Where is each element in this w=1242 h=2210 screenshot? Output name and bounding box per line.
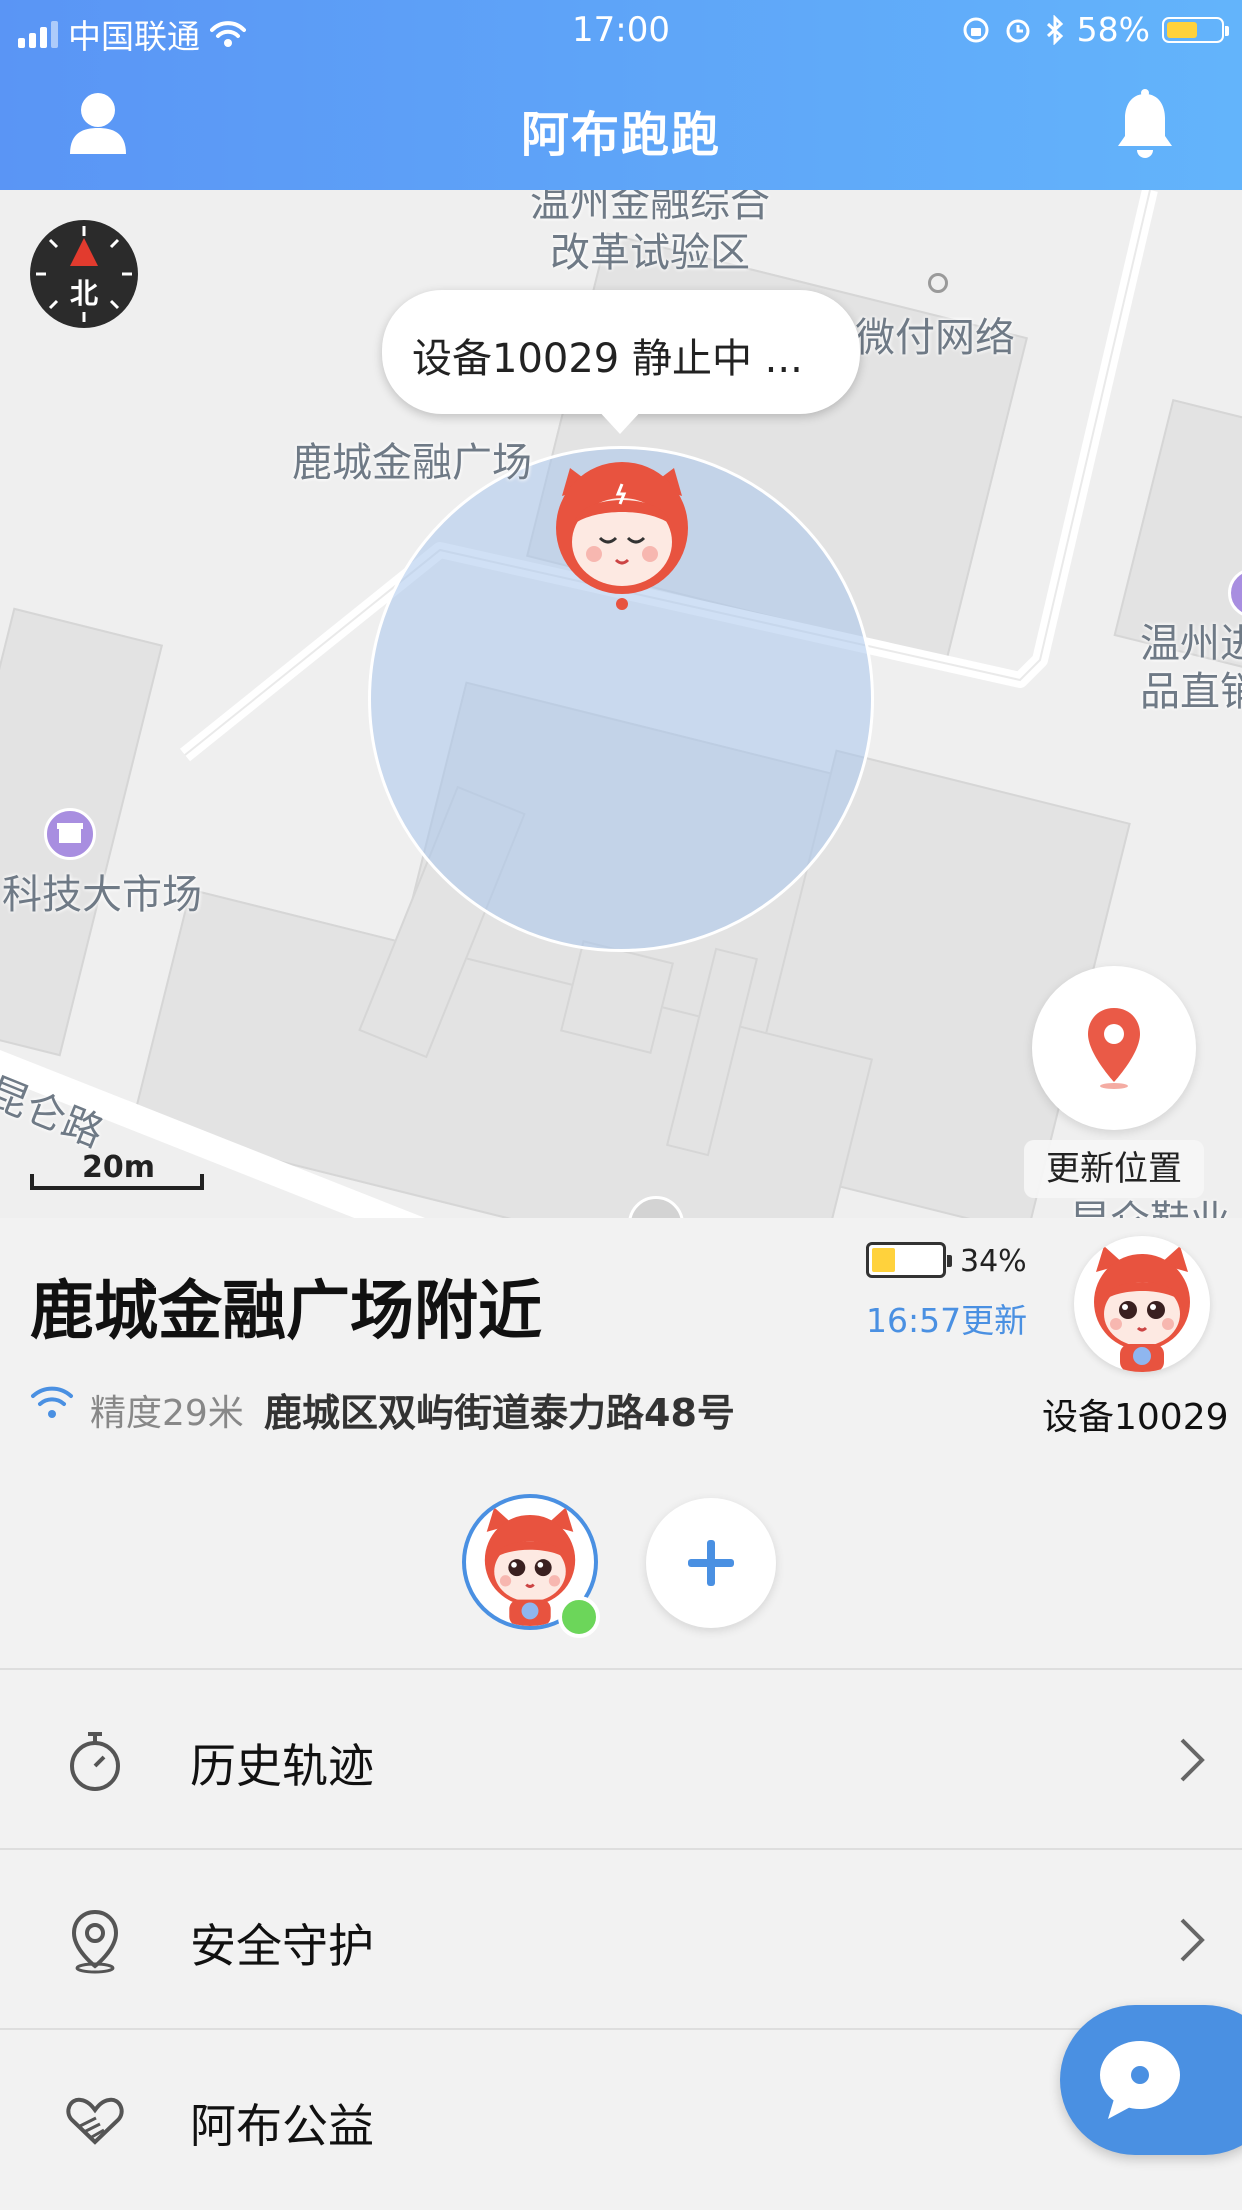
compass-icon[interactable]: 北 xyxy=(30,220,138,328)
device-status-popup[interactable]: 设备10029 静止中 ... xyxy=(382,290,860,414)
device-battery-icon xyxy=(866,1242,952,1278)
plus-icon xyxy=(688,1540,734,1586)
location-pin-icon xyxy=(1088,1008,1140,1089)
chat-button[interactable] xyxy=(1060,2005,1242,2155)
map-scale-bar xyxy=(30,1174,204,1190)
status-battery-icon xyxy=(1162,16,1229,43)
location-title: 鹿城金融广场附近 xyxy=(30,1275,542,1349)
heart-hand-icon xyxy=(66,2097,124,2145)
add-device-button[interactable] xyxy=(646,1498,776,1628)
page-title: 阿布跑跑 xyxy=(520,107,721,163)
device-marker-icon[interactable] xyxy=(548,462,696,612)
menu-item-charity[interactable]: 阿布公益 xyxy=(0,2028,1242,2210)
map-label-plaza: 鹿城金融广场 xyxy=(292,440,532,486)
device-battery-percent: 34% xyxy=(960,1244,1027,1279)
poi-dot-icon xyxy=(928,273,948,293)
address-text: 鹿城区双屿街道泰力路48号 xyxy=(264,1391,735,1435)
mascot-icon xyxy=(1094,1246,1190,1372)
map-label-market: 科技大市场 xyxy=(2,872,202,918)
chat-bubble-icon xyxy=(1100,2041,1180,2119)
popup-pointer xyxy=(596,408,644,434)
location-pin-icon xyxy=(71,1909,119,1974)
device-info-panel: 鹿城金融广场附近 34% 16:57更新 精度29米 鹿城区双屿街道泰力路48号… xyxy=(0,1218,1242,2210)
status-battery-percent: 58% xyxy=(1076,10,1150,49)
market-poi-icon xyxy=(44,808,96,860)
device-name: 设备10029 xyxy=(1042,1397,1229,1438)
map-label-weifu: 微付网络 xyxy=(855,315,1015,361)
update-location-label[interactable]: 更新位置 xyxy=(1024,1140,1204,1198)
menu-label: 阿布公益 xyxy=(190,2099,374,2153)
device-avatar[interactable] xyxy=(1074,1236,1210,1372)
alarm-icon xyxy=(1006,19,1030,42)
app-header: 中国联通 17:00 58% 阿布跑跑 xyxy=(0,0,1242,190)
status-bar: 中国联通 17:00 58% xyxy=(0,0,1242,60)
update-time: 16:57更新 xyxy=(866,1301,1028,1340)
menu-item-history-track[interactable]: 历史轨迹 xyxy=(0,1668,1242,1850)
chevron-right-icon xyxy=(1180,1738,1205,1782)
map-label-finance-zone: 温州金融综合 改革试验区 xyxy=(530,190,770,276)
notification-bell-icon[interactable] xyxy=(1114,88,1176,160)
menu-label: 安全守护 xyxy=(190,1919,374,1973)
map-view[interactable]: 温州金融综合 改革试验区 微付网络 鹿城金融广场 温州进 品直销 科技大市场 昆… xyxy=(0,190,1242,1218)
wifi-accuracy-icon xyxy=(31,1386,73,1418)
menu-item-safety-guard[interactable]: 安全守护 xyxy=(0,1848,1242,2030)
accuracy-text: 精度29米 xyxy=(90,1393,244,1434)
map-label-wenzhou: 温州进 品直销 xyxy=(1140,621,1242,715)
menu-label: 历史轨迹 xyxy=(190,1739,374,1793)
bluetooth-icon xyxy=(1046,14,1063,45)
chevron-right-icon xyxy=(1180,1918,1205,1962)
stopwatch-icon xyxy=(70,1732,120,1791)
online-status-dot xyxy=(558,1596,600,1638)
rotation-lock-icon xyxy=(963,17,989,42)
update-location-button[interactable] xyxy=(1032,966,1196,1130)
